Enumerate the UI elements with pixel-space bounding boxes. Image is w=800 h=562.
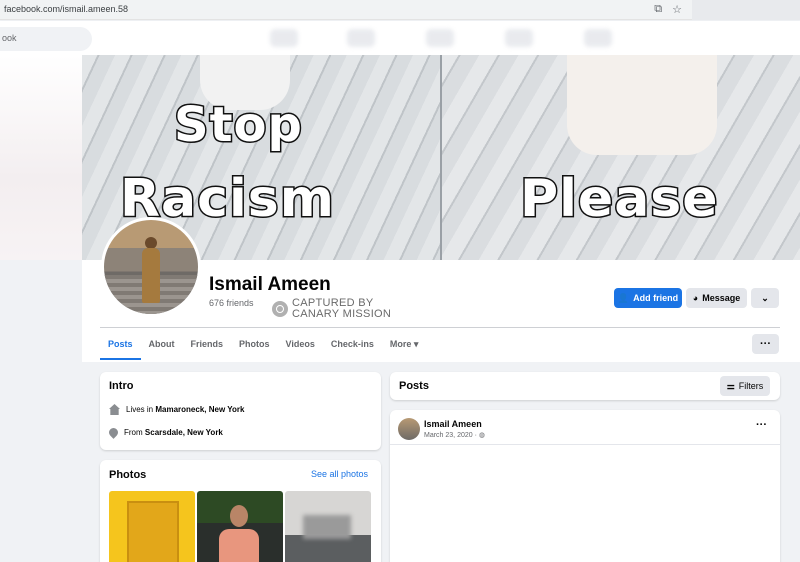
messenger-icon: ◕ [692, 293, 699, 303]
more-dots-icon: ··· [760, 338, 771, 350]
cover-photo[interactable]: Stop Racism Please [82, 55, 800, 260]
tabs-more-dots-button[interactable]: ··· [752, 334, 779, 354]
see-all-photos-link[interactable]: See all photos [311, 469, 368, 479]
photo-thumbnail[interactable] [197, 491, 283, 562]
star-icon[interactable]: ☆ [672, 3, 682, 16]
canary-mission-logo-icon [272, 301, 288, 317]
from-row: From Scarsdale, New York [107, 426, 223, 439]
friends-count[interactable]: 676 friends [209, 298, 254, 308]
filters-icon: ⚌ [726, 380, 735, 391]
nav-gaming-icon[interactable] [584, 29, 612, 47]
tab-photos[interactable]: Photos [231, 330, 278, 360]
intro-title: Intro [109, 380, 134, 392]
tab-check-ins[interactable]: Check-ins [323, 330, 382, 360]
post-date[interactable]: March 23, 2020 · ◍ [424, 431, 485, 439]
cover-text-stop: Stop [173, 97, 304, 153]
search-input[interactable]: ook [0, 27, 92, 51]
message-button[interactable]: ◕ Message [686, 288, 747, 308]
from-link[interactable]: Scarsdale, New York [145, 428, 223, 437]
post-author-avatar[interactable] [398, 418, 420, 440]
post-author-name[interactable]: Ismail Ameen [424, 419, 482, 429]
location-pin-icon [107, 426, 120, 439]
posts-title: Posts [399, 380, 429, 392]
photo-thumbnail[interactable] [285, 491, 371, 562]
left-blurred-area [0, 55, 82, 260]
tab-more[interactable]: More ▾ [382, 330, 427, 360]
post-card: Ismail Ameen March 23, 2020 · ◍ ··· [390, 410, 780, 562]
add-friend-button[interactable]: 👤 Add friend [614, 288, 682, 308]
profile-name: Ismail Ameen [209, 274, 331, 295]
facebook-top-bar: ook [0, 21, 800, 55]
lives-in-row: Lives in Mamaroneck, New York [109, 404, 244, 415]
nav-home-icon[interactable] [270, 29, 298, 47]
cast-icon[interactable]: ⧉ [654, 3, 662, 16]
tab-posts[interactable]: Posts [100, 330, 141, 360]
url-text[interactable]: facebook.com/ismail.ameen.58 [4, 4, 128, 14]
browser-address-bar: facebook.com/ismail.ameen.58 ⧉ ☆ [0, 0, 800, 20]
user-plus-icon: 👤 [617, 292, 630, 303]
photos-title: Photos [109, 469, 147, 481]
profile-avatar[interactable] [101, 217, 201, 317]
canary-mission-watermark: CAPTURED BY CANARY MISSION [272, 298, 391, 320]
tab-friends[interactable]: Friends [183, 330, 232, 360]
lives-in-link[interactable]: Mamaroneck, New York [155, 405, 244, 414]
photo-thumbnail[interactable] [109, 491, 195, 562]
post-menu-icon[interactable]: ··· [756, 419, 767, 431]
house-icon [109, 404, 120, 415]
header-divider [100, 327, 780, 328]
intro-card: Intro Lives in Mamaroneck, New York From… [100, 372, 381, 450]
browser-extension-area [692, 0, 800, 20]
more-actions-button[interactable]: ⌄ [751, 288, 779, 308]
photos-card: Photos See all photos [100, 460, 381, 562]
tab-about[interactable]: About [141, 330, 183, 360]
nav-video-icon[interactable] [347, 29, 375, 47]
tab-videos[interactable]: Videos [278, 330, 323, 360]
chevron-down-icon: ⌄ [761, 292, 769, 303]
filters-button[interactable]: ⚌ Filters [720, 376, 770, 396]
cover-text-please: Please [519, 169, 720, 229]
nav-marketplace-icon[interactable] [426, 29, 454, 47]
posts-header-card: Posts ⚌ Filters [390, 372, 780, 400]
profile-tabs: Posts About Friends Photos Videos Check-… [100, 330, 426, 360]
nav-groups-icon[interactable] [505, 29, 533, 47]
search-placeholder: ook [2, 33, 17, 43]
